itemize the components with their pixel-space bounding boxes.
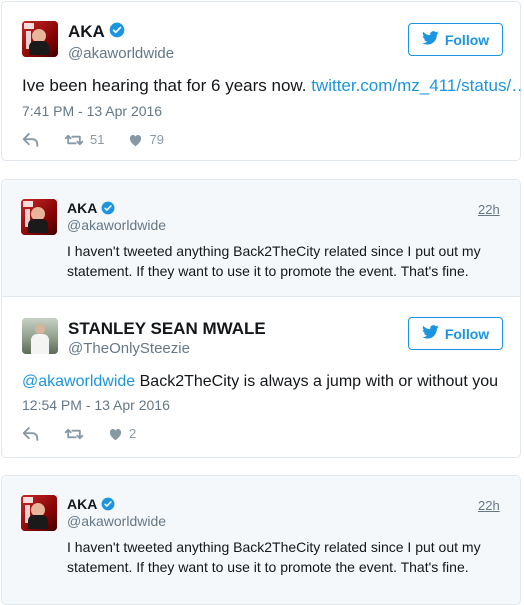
avatar[interactable] — [22, 318, 58, 354]
heart-icon — [128, 133, 143, 147]
author-handle[interactable]: @akaworldwide — [67, 217, 166, 233]
tweet-card: AKA @akaworldwide Follow Ive been hearin… — [1, 1, 524, 161]
author-name[interactable]: AKA — [68, 22, 125, 43]
conversation-card: AKA @akaworldwide 22h I haven't tweeted … — [1, 475, 521, 605]
twitter-bird-icon — [421, 325, 439, 342]
follow-button-label: Follow — [444, 31, 490, 48]
like-count: 79 — [149, 132, 164, 147]
reply-button[interactable] — [22, 132, 44, 147]
retweet-icon — [64, 427, 84, 441]
verified-badge-icon — [101, 201, 115, 218]
retweet-button[interactable] — [64, 427, 84, 441]
tweet-timestamp[interactable]: 12:54 PM - 13 Apr 2016 — [22, 397, 170, 413]
reply-button[interactable] — [22, 426, 44, 441]
follow-button-label: Follow — [444, 325, 490, 342]
reply-icon — [22, 132, 39, 147]
heart-icon — [108, 427, 123, 441]
tweet-body: Ive been hearing that for 6 years now. — [22, 76, 312, 95]
author-handle[interactable]: @TheOnlySteezie — [68, 340, 190, 357]
relative-time[interactable]: 22h — [478, 202, 500, 217]
tweet-actions: 51 79 — [22, 132, 164, 147]
verified-badge-icon — [109, 22, 125, 43]
avatar[interactable] — [21, 199, 57, 235]
tweet-actions: 2 — [22, 426, 136, 441]
retweet-icon — [64, 133, 84, 147]
author-name[interactable]: STANLEY SEAN MWALE — [68, 319, 266, 339]
like-count: 2 — [129, 426, 137, 441]
like-button[interactable]: 2 — [108, 426, 136, 441]
author-name[interactable]: AKA — [67, 200, 115, 218]
tweet-timestamp[interactable]: 7:41 PM - 13 Apr 2016 — [22, 103, 162, 119]
avatar[interactable] — [21, 495, 57, 531]
tweet-body: Back2TheCity is always a jump with or wi… — [135, 373, 498, 390]
tweet-text: I haven't tweeted anything Back2TheCity … — [67, 539, 481, 575]
in-reply-to-tweet[interactable]: AKA @akaworldwide 22h I haven't tweeted … — [2, 180, 520, 297]
follow-button[interactable]: Follow — [408, 317, 503, 350]
tweet-link[interactable]: twitter.com/mz_411/status/… — [311, 76, 524, 95]
conversation-card: AKA @akaworldwide 22h I haven't tweeted … — [1, 179, 521, 458]
twitter-bird-icon — [421, 31, 439, 48]
like-button[interactable]: 79 — [128, 132, 164, 147]
author-handle[interactable]: @akaworldwide — [68, 45, 174, 62]
author-name[interactable]: AKA — [67, 496, 115, 514]
tweet-text: Ive been hearing that for 6 years now. t… — [22, 76, 524, 96]
retweet-count: 51 — [90, 132, 105, 147]
tweet-text: I haven't tweeted anything Back2TheCity … — [67, 243, 481, 279]
author-handle[interactable]: @akaworldwide — [67, 513, 166, 529]
in-reply-to-tweet[interactable]: AKA @akaworldwide 22h I haven't tweeted … — [2, 476, 520, 604]
reply-icon — [22, 426, 39, 441]
follow-button[interactable]: Follow — [408, 23, 503, 56]
relative-time[interactable]: 22h — [478, 498, 500, 513]
tweet-text: @akaworldwide Back2TheCity is always a j… — [22, 373, 498, 391]
mention-link[interactable]: @akaworldwide — [22, 373, 135, 390]
avatar[interactable] — [22, 21, 58, 57]
retweet-button[interactable]: 51 — [64, 132, 104, 147]
verified-badge-icon — [101, 497, 115, 514]
